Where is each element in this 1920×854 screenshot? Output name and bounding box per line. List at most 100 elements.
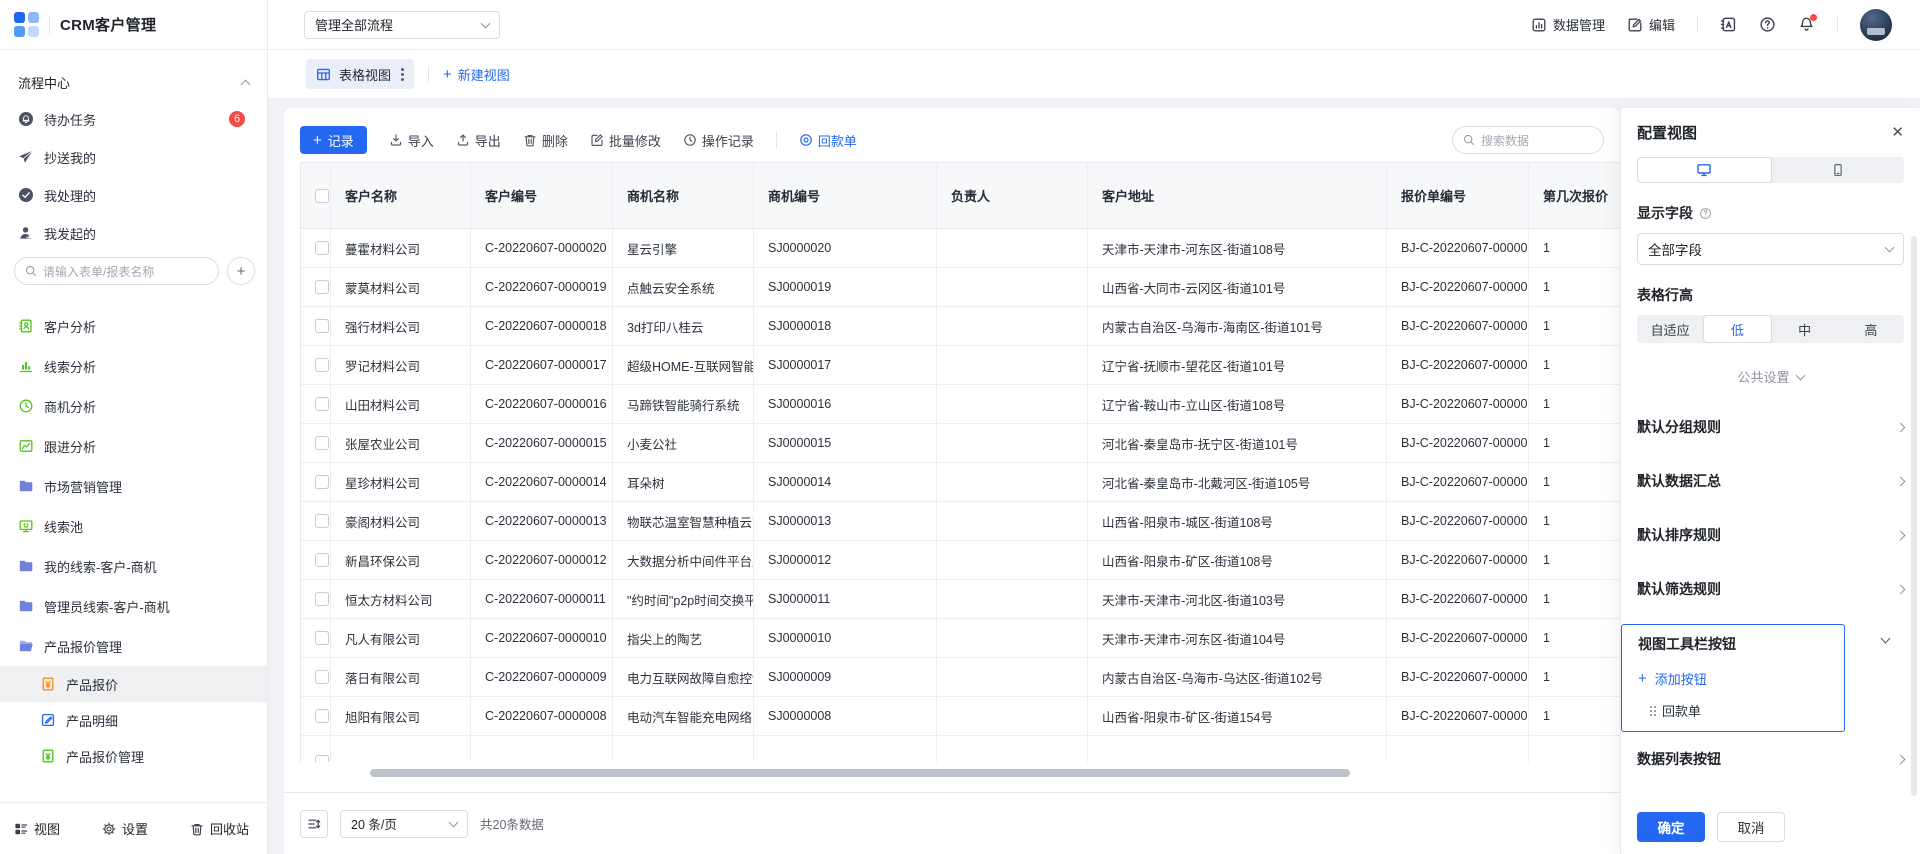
row-checkbox[interactable] — [315, 592, 329, 606]
horizontal-scrollbar-thumb[interactable] — [370, 769, 1350, 777]
confirm-button[interactable]: 确定 — [1637, 812, 1705, 842]
sidebar-item-admin-leads[interactable]: 管理员线索-客户-商机 — [0, 586, 267, 626]
table-row[interactable]: 强行材料公司 C-20220607-0000018 3d打印八桂云 SJ0000… — [301, 307, 1621, 346]
form-search-input[interactable]: 请输入表单/报表名称 — [14, 257, 219, 285]
help-button[interactable] — [1759, 16, 1776, 33]
notifications-button[interactable] — [1798, 16, 1815, 33]
add-record-button[interactable]: + 记录 — [300, 126, 367, 154]
row-height-option-medium[interactable]: 中 — [1772, 315, 1838, 343]
mobile-toggle-button[interactable] — [1772, 157, 1905, 183]
chevron-down-icon[interactable] — [1881, 634, 1891, 644]
tab-table-view[interactable]: 表格视图 — [306, 59, 414, 89]
row-checkbox[interactable] — [315, 397, 329, 411]
row-checkbox[interactable] — [315, 436, 329, 450]
sidebar-item-product-quote-mgmt[interactable]: 产品报价管理 — [0, 738, 267, 774]
add-form-button[interactable]: + — [227, 257, 255, 285]
sidebar-item-marketing-management[interactable]: 市场营销管理 — [0, 466, 267, 506]
footer-settings-button[interactable]: 设置 — [102, 819, 148, 838]
cancel-button[interactable]: 取消 — [1717, 812, 1785, 842]
table-row[interactable]: 落日有限公司 C-20220607-0000009 电力互联网故障自愈控制 SJ… — [301, 658, 1621, 697]
sidebar-item-handled-by-me[interactable]: 我处理的 — [0, 176, 267, 214]
row-height-adjust-button[interactable] — [300, 810, 328, 838]
column-header[interactable]: 第几次报价 — [1529, 163, 1621, 229]
sidebar-item-product-quote-management[interactable]: 产品报价管理 — [0, 626, 267, 666]
sidebar-item-lead-pool[interactable]: 线索池 — [0, 506, 267, 546]
add-toolbar-button[interactable]: + 添加按钮 — [1638, 669, 1844, 688]
panel-section-row[interactable]: 默认分组规则 — [1637, 400, 1904, 454]
table-row[interactable]: 凡人有限公司 C-20220607-0000010 指尖上的陶艺 SJ00000… — [301, 619, 1621, 658]
row-checkbox[interactable] — [315, 475, 329, 489]
column-header[interactable]: 客户名称 — [331, 163, 471, 229]
display-fields-select[interactable]: 全部字段 — [1637, 233, 1904, 265]
desktop-toggle-button[interactable] — [1637, 157, 1772, 183]
row-checkbox[interactable] — [315, 670, 329, 684]
sidebar-item-started-by-me[interactable]: 我发起的 — [0, 214, 267, 252]
sidebar-item-cc-to-me[interactable]: 抄送我的 — [0, 138, 267, 176]
table-row[interactable]: 星珍材料公司 C-20220607-0000014 耳朵树 SJ0000014 … — [301, 463, 1621, 502]
row-checkbox[interactable] — [315, 319, 329, 333]
sidebar-item-customer-analysis[interactable]: 客户分析 — [0, 306, 267, 346]
row-checkbox[interactable] — [315, 358, 329, 372]
delete-button[interactable]: 删除 — [523, 131, 568, 150]
table-row[interactable]: 豪阁材料公司 C-20220607-0000013 物联芯温室智慧种植云管 SJ… — [301, 502, 1621, 541]
row-checkbox[interactable] — [315, 514, 329, 528]
column-header[interactable]: 客户地址 — [1088, 163, 1387, 229]
sidebar-item-followup-analysis[interactable]: 跟进分析 — [0, 426, 267, 466]
footer-views-button[interactable]: 视图 — [14, 819, 60, 838]
user-avatar[interactable] — [1860, 9, 1892, 41]
sidebar-item-opportunity-analysis[interactable]: 商机分析 — [0, 386, 267, 426]
data-list-buttons-section[interactable]: 数据列表按钮 — [1637, 732, 1904, 786]
table-row[interactable]: 罗记材料公司 C-20220607-0000017 超级HOME-互联网智能 S… — [301, 346, 1621, 385]
sidebar-item-product-quote[interactable]: 产品报价 — [0, 666, 267, 702]
panel-section-row[interactable]: 默认排序规则 — [1637, 508, 1904, 562]
table-row[interactable]: 蔓霍材料公司 C-20220607-0000020 星云引擎 SJ0000020… — [301, 229, 1621, 268]
batch-edit-button[interactable]: 批量修改 — [590, 131, 661, 150]
table-search-input[interactable]: 搜索数据 — [1452, 126, 1604, 154]
payment-receipt-button[interactable]: 回款单 — [799, 131, 857, 150]
table-row[interactable]: 张屋农业公司 C-20220607-0000015 小麦公社 SJ0000015… — [301, 424, 1621, 463]
toolbar-button-item[interactable]: 回款单 — [1638, 701, 1844, 720]
data-manage-button[interactable]: 数据管理 — [1531, 15, 1605, 34]
row-checkbox[interactable] — [315, 553, 329, 567]
row-checkbox[interactable] — [315, 755, 329, 762]
contacts-recognize-button[interactable] — [1720, 16, 1737, 33]
panel-section-row[interactable]: 默认数据汇总 — [1637, 454, 1904, 508]
panel-scrollbar-thumb[interactable] — [1911, 236, 1917, 796]
row-checkbox[interactable] — [315, 631, 329, 645]
select-all-checkbox[interactable] — [315, 189, 329, 203]
import-button[interactable]: 导入 — [389, 131, 434, 150]
page-size-select[interactable]: 20 条/页 — [340, 810, 468, 838]
column-header[interactable]: 报价单编号 — [1387, 163, 1529, 229]
table-row[interactable]: 蒙莫材料公司 C-20220607-0000019 点触云安全系统 SJ0000… — [301, 268, 1621, 307]
export-button[interactable]: 导出 — [456, 131, 501, 150]
row-height-option-low[interactable]: 低 — [1703, 315, 1771, 343]
sidebar-item-product-detail[interactable]: 产品明细 — [0, 702, 267, 738]
sidebar-section-process-center[interactable]: 流程中心 — [0, 64, 267, 100]
panel-section-row[interactable]: 默认筛选规则 — [1637, 562, 1904, 616]
new-view-button[interactable]: + 新建视图 — [443, 65, 510, 84]
row-checkbox[interactable] — [315, 709, 329, 723]
footer-recycle-bin-button[interactable]: 回收站 — [190, 819, 249, 838]
table-row[interactable]: 山田材料公司 C-20220607-0000016 马蹄铁智能骑行系统 SJ00… — [301, 385, 1621, 424]
column-header[interactable]: 商机编号 — [754, 163, 937, 229]
column-header[interactable]: 客户编号 — [471, 163, 613, 229]
close-icon[interactable]: ✕ — [1891, 125, 1904, 140]
table-row[interactable]: 恒太方材料公司 C-20220607-0000011 "约时间"p2p时间交换平… — [301, 580, 1621, 619]
column-header[interactable]: 负责人 — [937, 163, 1088, 229]
sidebar-item-my-leads[interactable]: 我的线索-客户-商机 — [0, 546, 267, 586]
table-row[interactable]: 旭阳有限公司 C-20220607-0000008 电动汽车智能充电网络 SJ0… — [301, 697, 1621, 736]
common-settings-toggle[interactable]: 公共设置 — [1637, 367, 1904, 386]
sidebar-item-todo-tasks[interactable]: 待办任务 6 — [0, 100, 267, 138]
table-row[interactable]: 新昌环保公司 C-20220607-0000012 大数据分析中间件平台及 SJ… — [301, 541, 1621, 580]
sidebar-item-lead-analysis[interactable]: 线索分析 — [0, 346, 267, 386]
row-checkbox[interactable] — [315, 280, 329, 294]
edit-button[interactable]: 编辑 — [1627, 15, 1675, 34]
more-options-icon[interactable] — [401, 68, 404, 81]
drag-handle-icon[interactable] — [1650, 706, 1652, 708]
row-checkbox[interactable] — [315, 241, 329, 255]
row-height-option-high[interactable]: 高 — [1838, 315, 1904, 343]
question-circle-icon[interactable] — [1699, 207, 1712, 220]
row-height-option-auto[interactable]: 自适应 — [1637, 315, 1703, 343]
column-header[interactable]: 商机名称 — [613, 163, 754, 229]
operation-history-button[interactable]: 操作记录 — [683, 131, 754, 150]
